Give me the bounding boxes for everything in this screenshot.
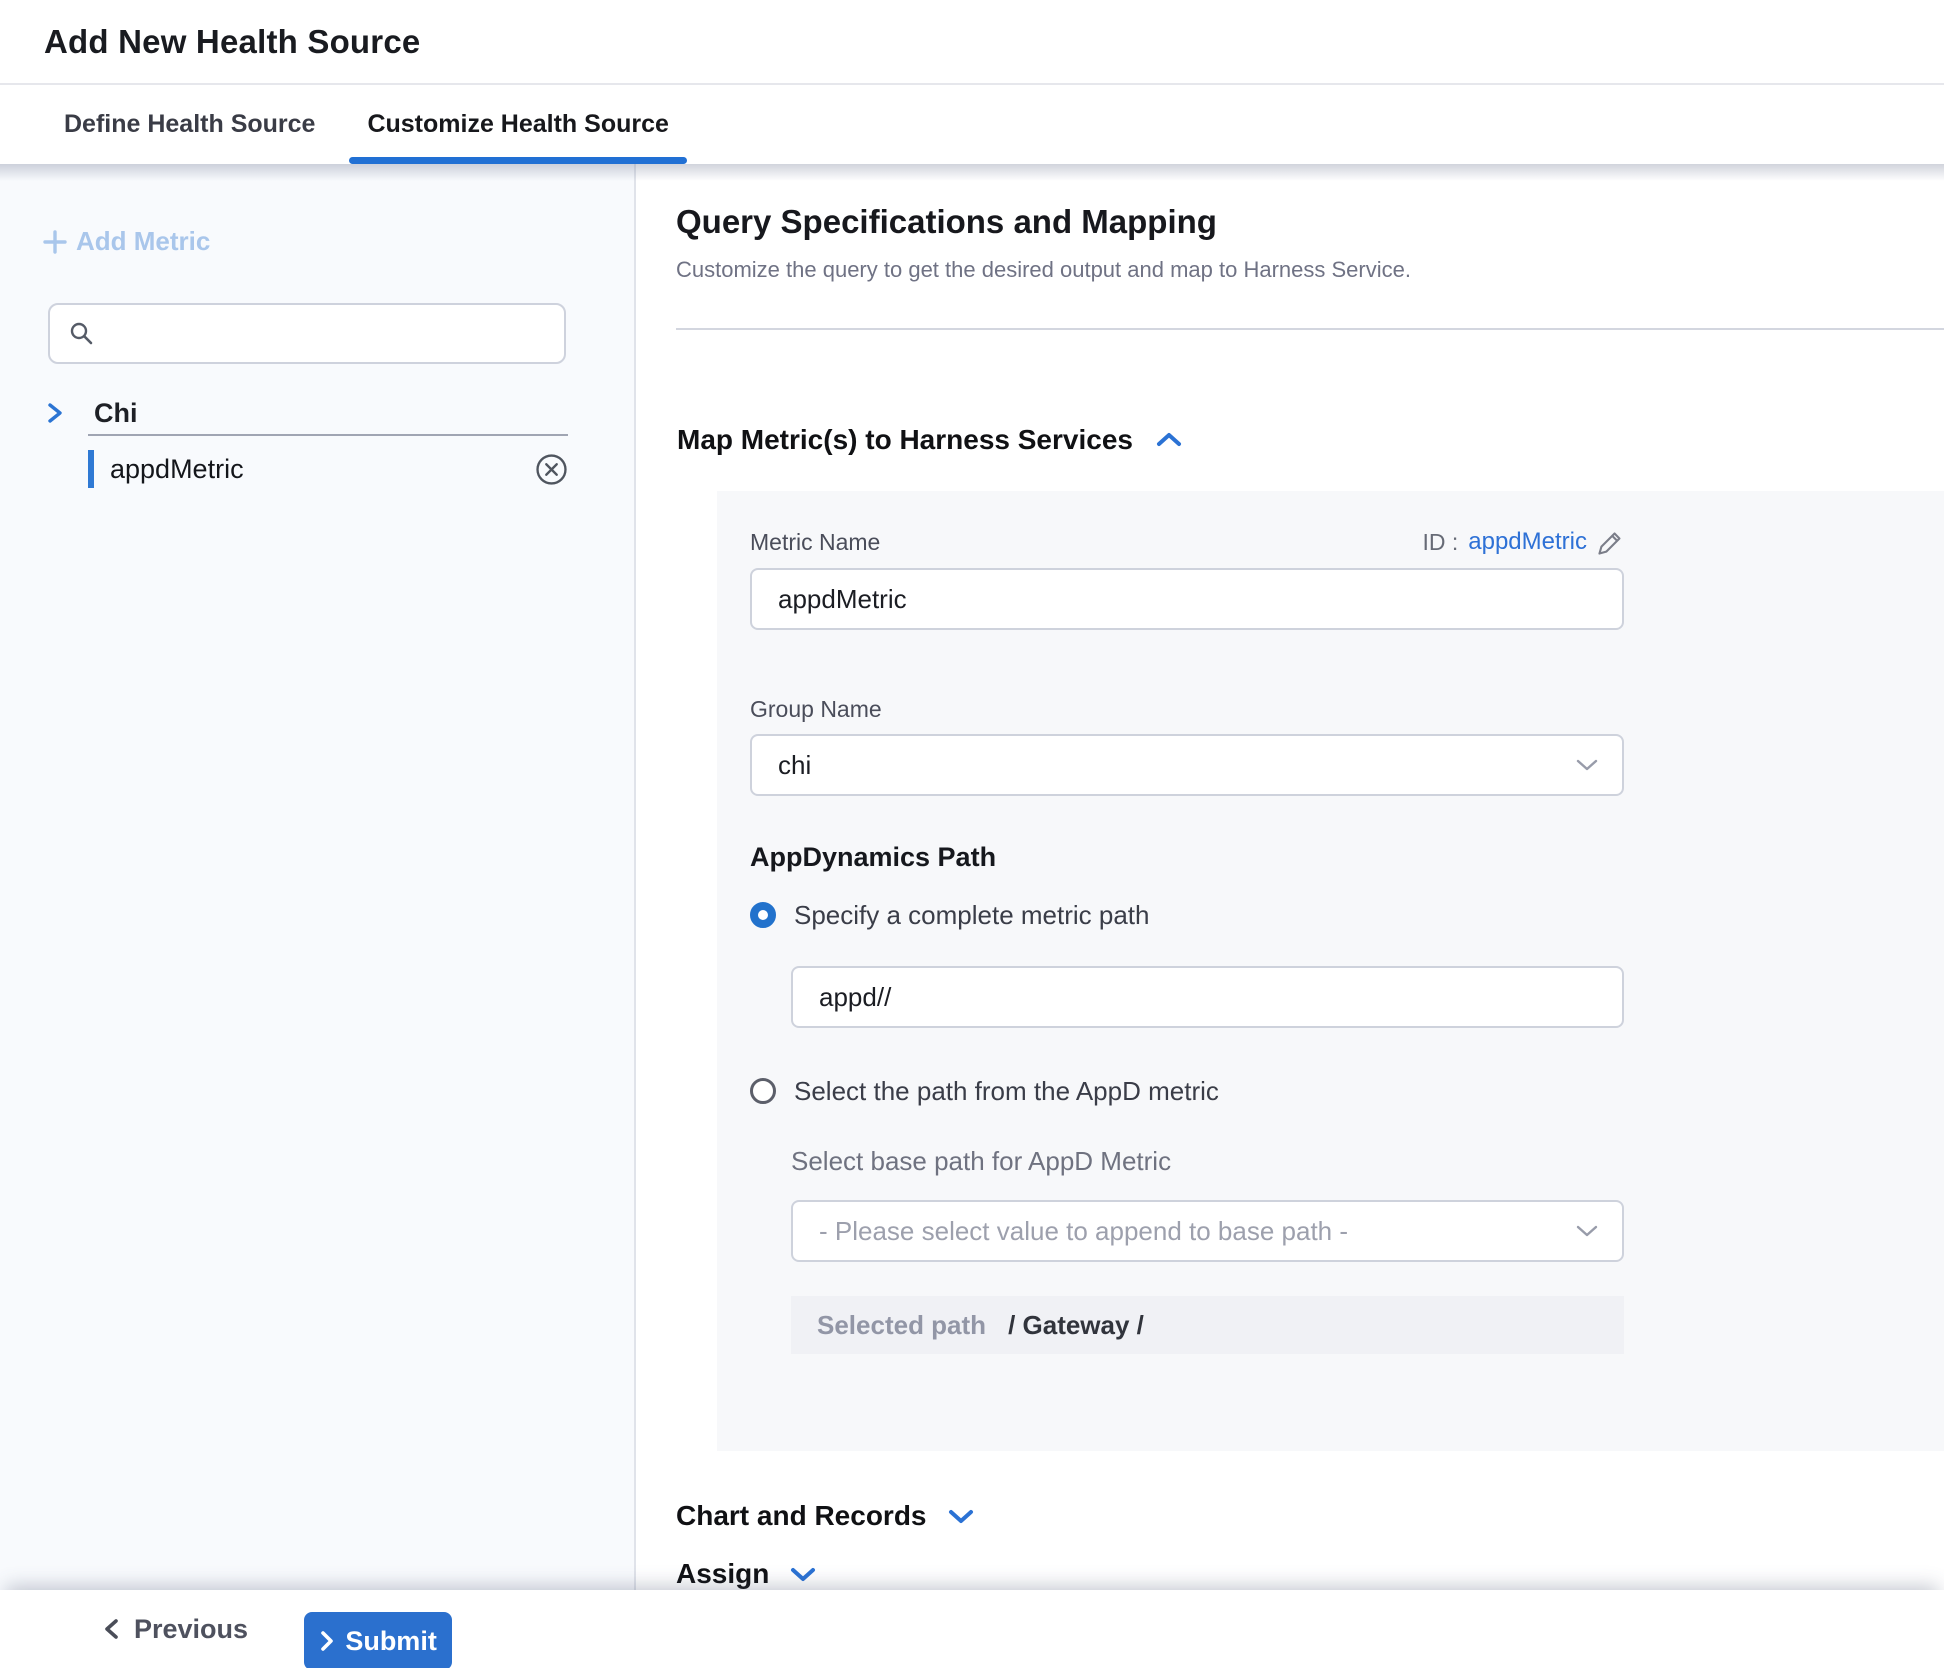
tab-customize-health-source[interactable]: Customize Health Source <box>349 85 686 164</box>
radio-select-path-from-appd[interactable]: Select the path from the AppD metric <box>750 1076 1624 1106</box>
tab-label: Define Health Source <box>64 110 315 139</box>
chevron-down-icon <box>1574 757 1600 773</box>
pane-divider <box>676 328 1944 330</box>
tab-bar: Define Health Source Customize Health So… <box>0 85 1944 164</box>
add-health-source-dialog: Add New Health Source Define Health Sour… <box>0 0 1944 1668</box>
metric-name-label: Metric Name <box>750 529 880 556</box>
metric-search-box <box>48 303 566 364</box>
chevron-down-icon <box>947 1507 975 1525</box>
search-icon <box>68 320 95 347</box>
group-name-value: chi <box>778 750 811 781</box>
radio-unselected-icon[interactable] <box>750 1078 776 1104</box>
chart-and-records-title: Chart and Records <box>676 1500 927 1532</box>
page-title: Add New Health Source <box>44 23 420 61</box>
submit-label: Submit <box>345 1626 437 1657</box>
metric-group-chi[interactable]: Chi <box>44 392 138 434</box>
add-metric-button[interactable]: Add Metric <box>42 226 210 257</box>
search-input[interactable] <box>107 304 564 363</box>
assign-section-header[interactable]: Assign <box>676 1559 1944 1589</box>
radio-select-label: Select the path from the AppD metric <box>794 1076 1219 1107</box>
group-name-select[interactable]: chi <box>750 734 1624 796</box>
chart-and-records-section-header[interactable]: Chart and Records <box>676 1499 1944 1533</box>
metric-name-input[interactable] <box>750 568 1624 630</box>
base-path-select[interactable]: - Please select value to append to base … <box>791 1200 1624 1262</box>
id-prefix-label: ID : <box>1422 529 1458 556</box>
active-tab-indicator <box>349 157 686 164</box>
add-metric-label: Add Metric <box>76 226 210 257</box>
dialog-header: Add New Health Source <box>0 0 1944 85</box>
pane-title: Query Specifications and Mapping <box>676 202 1944 242</box>
delete-metric-icon[interactable] <box>535 453 568 486</box>
chevron-right-icon <box>319 1629 335 1653</box>
complete-metric-path-input[interactable] <box>791 966 1624 1028</box>
metric-list-item-appdmetric[interactable]: appdMetric <box>88 449 568 489</box>
appdynamics-path-title: AppDynamics Path <box>750 842 1624 876</box>
plus-icon <box>42 229 68 255</box>
metrics-sidebar: Add Metric Chi appdMetric <box>0 164 636 1590</box>
map-metrics-section-header[interactable]: Map Metric(s) to Harness Services <box>677 422 1944 458</box>
tab-define-health-source[interactable]: Define Health Source <box>46 85 333 164</box>
sidebar-divider <box>88 434 568 436</box>
chevron-left-icon <box>102 1615 122 1643</box>
metric-id-value[interactable]: appdMetric <box>1468 528 1587 556</box>
map-metrics-section-title: Map Metric(s) to Harness Services <box>677 424 1133 456</box>
dialog-body: Add Metric Chi appdMetric <box>0 164 1944 1590</box>
query-specifications-pane: Query Specifications and Mapping Customi… <box>636 164 1944 1590</box>
dialog-footer: Previous Submit <box>0 1590 1944 1668</box>
chevron-right-icon <box>44 399 66 427</box>
chevron-down-icon <box>789 1565 817 1583</box>
pane-subtitle: Customize the query to get the desired o… <box>676 256 1944 284</box>
chevron-up-icon <box>1155 431 1183 449</box>
metric-id-row: ID : appdMetric <box>1422 528 1624 556</box>
chevron-down-icon <box>1574 1223 1600 1239</box>
submit-button[interactable]: Submit <box>304 1612 452 1668</box>
previous-label: Previous <box>134 1614 248 1645</box>
selected-path-label: Selected path <box>817 1310 986 1341</box>
radio-complete-metric-path[interactable]: Specify a complete metric path <box>750 900 1624 930</box>
radio-selected-icon[interactable] <box>750 902 776 928</box>
assign-title: Assign <box>676 1558 769 1590</box>
tab-label: Customize Health Source <box>367 110 668 139</box>
base-path-label: Select base path for AppD Metric <box>791 1146 1624 1176</box>
previous-button[interactable]: Previous <box>102 1614 248 1645</box>
metric-item-label: appdMetric <box>110 454 244 485</box>
selected-path-bar: Selected path / Gateway / <box>791 1296 1624 1354</box>
base-path-placeholder: - Please select value to append to base … <box>819 1216 1348 1247</box>
group-name-label: Group Name <box>750 696 1624 724</box>
map-metrics-panel: Metric Name ID : appdMetric Group Name c… <box>717 491 1944 1451</box>
radio-complete-label: Specify a complete metric path <box>794 900 1150 931</box>
selected-metric-indicator <box>88 450 94 488</box>
edit-id-icon[interactable] <box>1597 529 1624 556</box>
group-label: Chi <box>94 398 138 429</box>
selected-path-value: / Gateway / <box>1008 1310 1144 1341</box>
